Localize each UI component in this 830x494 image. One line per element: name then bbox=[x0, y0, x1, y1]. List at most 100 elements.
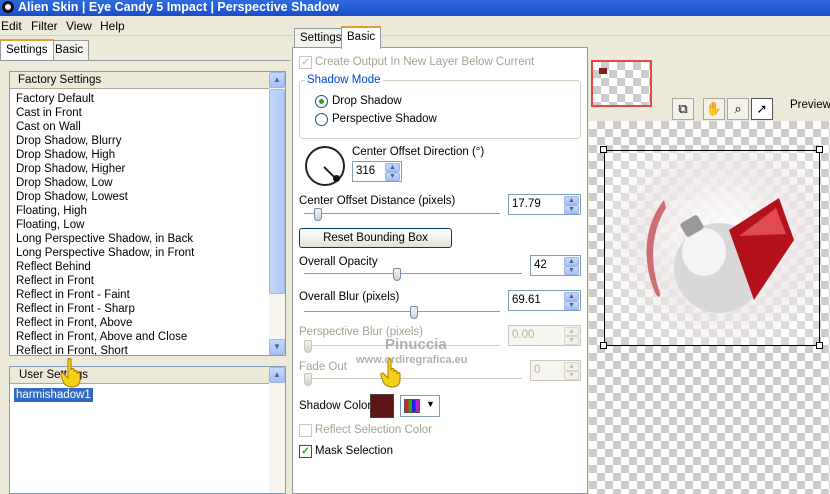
preset-item[interactable]: Reflect in Front, Above bbox=[16, 316, 132, 330]
user-scrollbar[interactable]: ▲ bbox=[269, 367, 285, 493]
spin-down-icon[interactable]: ▼ bbox=[564, 266, 579, 275]
preset-item[interactable]: Reflect in Front, Short bbox=[16, 344, 128, 355]
spin-up-icon[interactable]: ▲ bbox=[564, 196, 579, 205]
user-preset-item[interactable]: harmishadow1 bbox=[14, 388, 93, 402]
shadow-color-swatch[interactable] bbox=[370, 394, 394, 418]
tab-settings-mid[interactable]: Settings bbox=[294, 28, 348, 48]
preview-toggle-icon[interactable]: ⧉ bbox=[672, 98, 694, 120]
tab-basic-mid[interactable]: Basic bbox=[341, 26, 382, 49]
fade-out-input[interactable]: 0 ▲ ▼ bbox=[530, 360, 581, 381]
blur-slider-track[interactable] bbox=[304, 311, 500, 313]
app-icon bbox=[2, 1, 14, 13]
spin-down-icon[interactable]: ▼ bbox=[564, 336, 579, 345]
preset-item[interactable]: Reflect in Front, Above and Close bbox=[16, 330, 187, 344]
bounding-box[interactable] bbox=[604, 150, 820, 346]
shadow-mode-group bbox=[299, 80, 581, 139]
watermark-name: Pinuccia bbox=[385, 336, 447, 353]
pointer-tool-icon[interactable]: ➚ bbox=[751, 98, 773, 120]
title-bar: Alien Skin | Eye Candy 5 Impact | Perspe… bbox=[0, 0, 830, 16]
scroll-up-icon[interactable]: ▲ bbox=[269, 367, 285, 383]
fade-out-slider-knob[interactable] bbox=[304, 373, 312, 386]
spin-down-icon[interactable]: ▼ bbox=[564, 205, 579, 214]
spin-up-icon[interactable]: ▲ bbox=[564, 362, 579, 371]
drop-shadow-radio[interactable] bbox=[315, 95, 328, 108]
tab-basic-left[interactable]: Basic bbox=[49, 40, 90, 60]
blur-input[interactable]: 69.61 ▲ ▼ bbox=[508, 290, 581, 311]
distance-label: Center Offset Distance (pixels) bbox=[299, 195, 456, 207]
shadow-mode-label: Shadow Mode bbox=[305, 74, 383, 86]
zoom-tool-icon[interactable]: ⌕ bbox=[727, 98, 749, 120]
preset-item[interactable]: Reflect in Front - Faint bbox=[16, 288, 130, 302]
preset-item[interactable]: Factory Default bbox=[16, 92, 94, 106]
shadow-color-label: Shadow Color bbox=[299, 400, 372, 412]
navigator-thumbnail[interactable] bbox=[591, 60, 652, 107]
opacity-input[interactable]: 42 ▲ ▼ bbox=[530, 255, 581, 276]
opacity-slider-track[interactable] bbox=[304, 273, 522, 275]
preset-item[interactable]: Long Perspective Shadow, in Back bbox=[16, 232, 193, 246]
create-output-label: Create Output In New Layer Below Current bbox=[315, 56, 535, 68]
opacity-value: 42 bbox=[534, 259, 547, 271]
scroll-down-icon[interactable]: ▼ bbox=[269, 339, 285, 355]
preset-item[interactable]: Drop Shadow, High bbox=[16, 148, 115, 162]
preset-item[interactable]: Reflect in Front bbox=[16, 274, 94, 288]
direction-input[interactable]: 316 ▲ ▼ bbox=[352, 161, 402, 182]
preset-item[interactable]: Floating, High bbox=[16, 204, 87, 218]
menu-bar: Edit Filter View Help bbox=[0, 16, 830, 36]
spin-up-icon[interactable]: ▲ bbox=[564, 292, 579, 301]
spin-up-icon[interactable]: ▲ bbox=[564, 257, 579, 266]
reflect-selection-color-label: Reflect Selection Color bbox=[315, 424, 432, 436]
preset-item[interactable]: Drop Shadow, Higher bbox=[16, 162, 125, 176]
preset-item[interactable]: Cast on Wall bbox=[16, 120, 81, 134]
factory-scrollbar[interactable]: ▲ ▼ bbox=[269, 72, 285, 355]
preset-item[interactable]: Drop Shadow, Blurry bbox=[16, 134, 121, 148]
color-picker-dropdown[interactable]: ▼ bbox=[400, 395, 440, 417]
perspective-shadow-radio[interactable] bbox=[315, 113, 328, 126]
preset-item[interactable]: Floating, Low bbox=[16, 218, 84, 232]
spin-down-icon[interactable]: ▼ bbox=[385, 172, 400, 181]
preset-item[interactable]: Reflect in Front - Sharp bbox=[16, 302, 135, 316]
watermark-url: www.ordiregrafica.eu bbox=[356, 354, 468, 366]
bounding-handle[interactable] bbox=[816, 342, 823, 349]
spin-up-icon[interactable]: ▲ bbox=[385, 163, 400, 172]
distance-slider-track[interactable] bbox=[304, 213, 500, 215]
scroll-thumb[interactable] bbox=[269, 89, 285, 294]
reflect-selection-color-checkbox[interactable] bbox=[299, 424, 312, 437]
distance-input[interactable]: 17.79 ▲ ▼ bbox=[508, 194, 581, 215]
spin-down-icon[interactable]: ▼ bbox=[564, 371, 579, 380]
perspective-blur-value: 0.00 bbox=[512, 329, 535, 341]
mask-selection-label: Mask Selection bbox=[315, 445, 393, 457]
perspective-blur-input[interactable]: 0.00 ▲ ▼ bbox=[508, 325, 581, 346]
reset-bounding-box-button[interactable]: Reset Bounding Box bbox=[299, 228, 452, 248]
spin-down-icon[interactable]: ▼ bbox=[564, 301, 579, 310]
direction-value: 316 bbox=[356, 165, 376, 177]
perspective-blur-slider-knob[interactable] bbox=[304, 340, 312, 353]
mask-selection-checkbox[interactable]: ✓ bbox=[299, 445, 312, 458]
preset-item[interactable]: Long Perspective Shadow, in Front bbox=[16, 246, 194, 260]
scroll-up-icon[interactable]: ▲ bbox=[269, 72, 285, 88]
fade-out-slider-track[interactable] bbox=[304, 378, 522, 380]
blur-slider-knob[interactable] bbox=[410, 306, 418, 319]
menu-help[interactable]: Help bbox=[100, 19, 125, 33]
preset-item[interactable]: Cast in Front bbox=[16, 106, 82, 120]
spin-up-icon[interactable]: ▲ bbox=[564, 327, 579, 336]
color-palette-icon bbox=[404, 399, 420, 413]
hand-tool-icon[interactable]: ✋ bbox=[703, 98, 725, 120]
preset-item[interactable]: Drop Shadow, Lowest bbox=[16, 190, 128, 204]
preset-item[interactable]: Reflect Behind bbox=[16, 260, 91, 274]
distance-slider-knob[interactable] bbox=[314, 208, 322, 221]
menu-view[interactable]: View bbox=[66, 19, 92, 33]
bounding-handle[interactable] bbox=[600, 342, 607, 349]
pointer-hand-icon bbox=[60, 358, 81, 388]
blur-label: Overall Blur (pixels) bbox=[299, 291, 400, 303]
fade-out-label: Fade Out bbox=[299, 361, 347, 373]
user-settings-list: User Settings harmishadow1 ▲ bbox=[9, 366, 286, 494]
bounding-handle[interactable] bbox=[816, 146, 823, 153]
direction-dial[interactable] bbox=[305, 146, 345, 186]
opacity-slider-knob[interactable] bbox=[393, 268, 401, 281]
tab-settings-left[interactable]: Settings bbox=[0, 39, 54, 60]
bounding-handle[interactable] bbox=[600, 146, 607, 153]
menu-edit[interactable]: Edit bbox=[1, 19, 22, 33]
menu-filter[interactable]: Filter bbox=[31, 19, 58, 33]
preset-item[interactable]: Drop Shadow, Low bbox=[16, 176, 113, 190]
create-output-checkbox[interactable]: ✓ bbox=[299, 56, 312, 69]
